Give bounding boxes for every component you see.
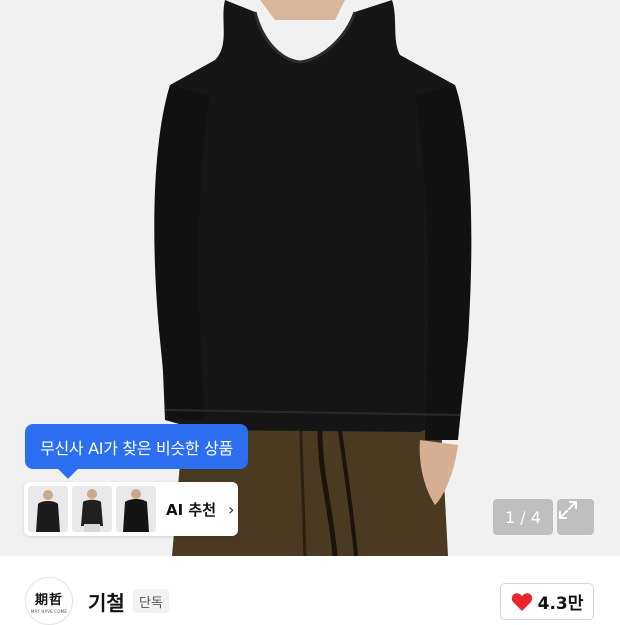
recommend-thumbnail[interactable] (72, 486, 112, 532)
ai-recommend-label: AI 추천 (166, 500, 217, 519)
brand-name[interactable]: 기철 (88, 587, 125, 616)
heart-icon (511, 592, 533, 612)
image-counter: 1 / 4 (493, 499, 553, 535)
expand-button[interactable] (557, 499, 594, 535)
brand-logo-chars: 期哲 (34, 592, 63, 608)
recommend-thumbnail[interactable] (116, 486, 156, 532)
brand-logo-sub: MAY HAVE COME (30, 608, 68, 614)
like-count: 4.3만 (537, 594, 584, 614)
ai-tooltip-text: 무신사 AI가 찾은 비슷한 상품 (40, 438, 233, 458)
recommend-thumbnail[interactable] (28, 486, 68, 532)
badge-text: 단독 (139, 595, 163, 611)
product-photo (154, 0, 472, 556)
ai-similar-tooltip[interactable]: 무신사 AI가 찾은 비슷한 상품 (25, 424, 248, 469)
ai-recommend-button[interactable]: AI 추천 › (24, 482, 238, 536)
image-counter-text: 1 / 4 (505, 507, 541, 527)
chevron-right-icon: › (228, 499, 235, 519)
product-image-gallery[interactable]: 무신사 AI가 찾은 비슷한 상품 AI 추천 › 1 / 4 (0, 0, 620, 556)
brand-logo[interactable]: 期哲 MAY HAVE COME (25, 577, 73, 625)
exclusive-badge: 단독 (133, 589, 169, 613)
expand-icon (559, 501, 577, 519)
like-button[interactable]: 4.3만 (500, 583, 594, 620)
